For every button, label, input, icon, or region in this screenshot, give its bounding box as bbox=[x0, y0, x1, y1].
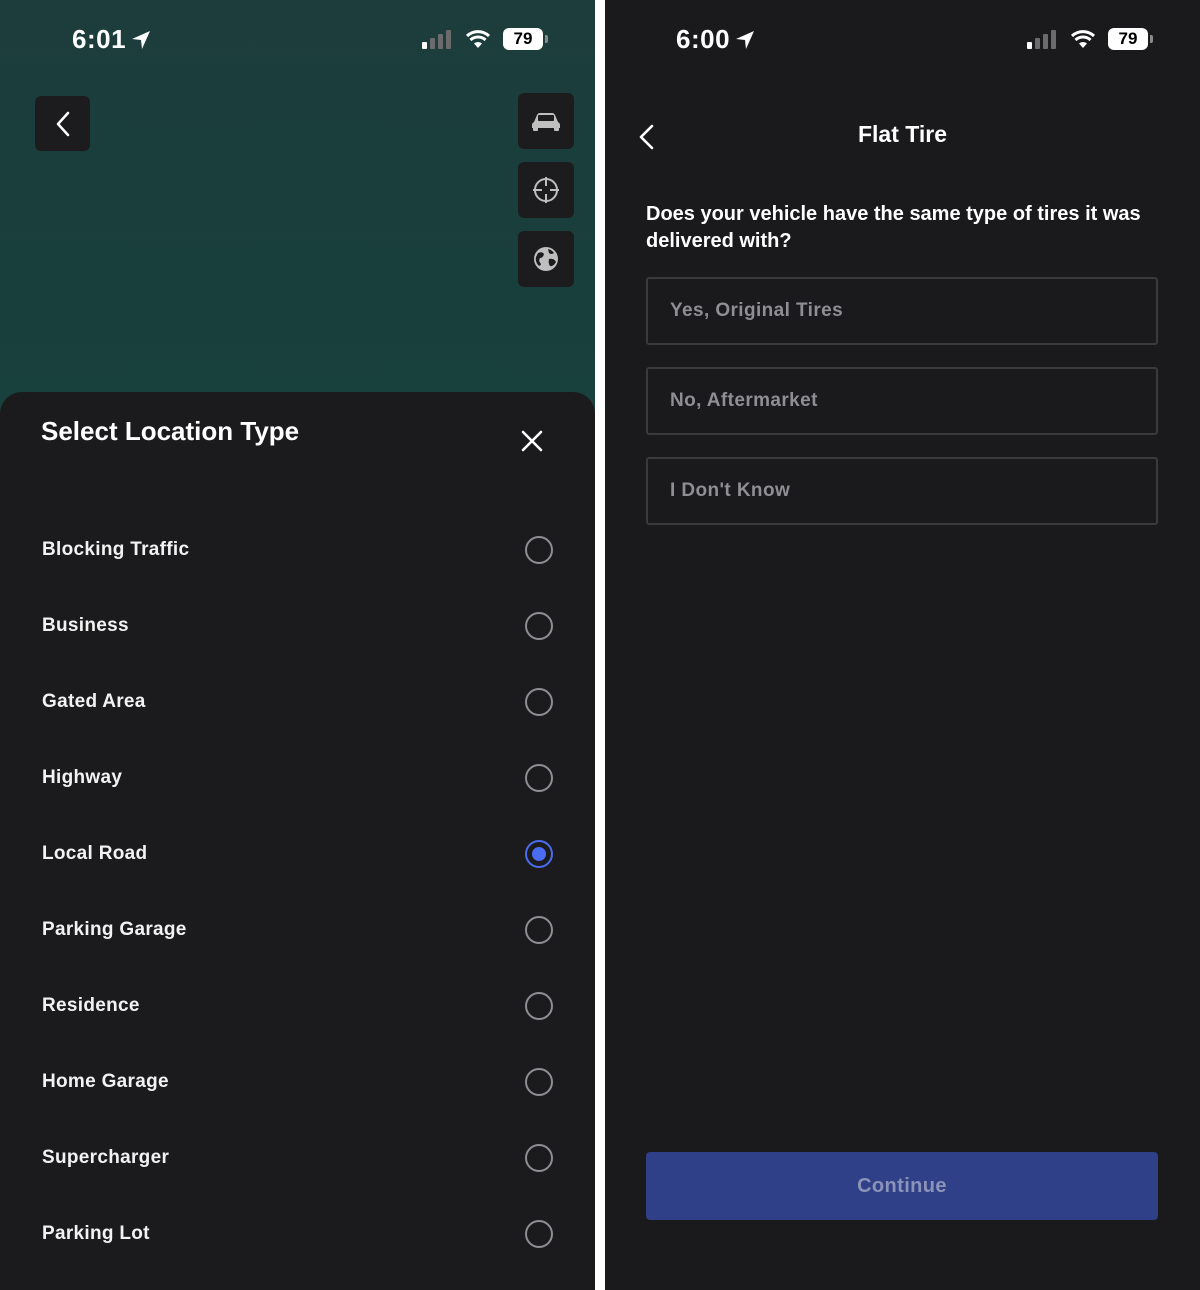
battery-level: 79 bbox=[513, 29, 533, 48]
option-radio[interactable] bbox=[525, 840, 553, 868]
close-button[interactable] bbox=[518, 427, 546, 455]
car-icon bbox=[532, 113, 560, 131]
flat-tire-screen: 6:00 79 Flat Tire Does your vehicle have… bbox=[605, 0, 1200, 1290]
status-time: 6:00 bbox=[676, 24, 756, 55]
option-label: Local Road bbox=[42, 843, 148, 864]
status-time-text: 6:01 bbox=[72, 24, 127, 54]
answer-label: Yes, Original Tires bbox=[670, 300, 844, 321]
battery-indicator: 79 bbox=[1108, 28, 1153, 50]
recenter-button[interactable] bbox=[518, 162, 574, 218]
close-icon bbox=[521, 430, 543, 452]
sheet-title: Select Location Type bbox=[41, 416, 300, 446]
option-row-parking-garage[interactable]: Parking Garage bbox=[0, 892, 595, 968]
option-row-local-road[interactable]: Local Road bbox=[0, 816, 595, 892]
wifi-icon bbox=[465, 30, 491, 48]
map-style-button[interactable] bbox=[518, 231, 574, 287]
option-radio[interactable] bbox=[525, 764, 553, 792]
option-label: Business bbox=[42, 615, 129, 636]
vehicle-button[interactable] bbox=[518, 93, 574, 149]
continue-button[interactable]: Continue bbox=[646, 1152, 1158, 1220]
option-row-business[interactable]: Business bbox=[0, 588, 595, 664]
screen-divider bbox=[595, 0, 605, 1290]
option-radio[interactable] bbox=[525, 688, 553, 716]
option-radio[interactable] bbox=[525, 1068, 553, 1096]
back-button[interactable] bbox=[35, 96, 90, 151]
question-text: Does your vehicle have the same type of … bbox=[646, 203, 1141, 252]
option-label: Parking Lot bbox=[42, 1223, 150, 1244]
globe-icon bbox=[534, 247, 558, 271]
status-time-text: 6:00 bbox=[676, 24, 731, 54]
location-type-screen: 6:01 79 Select Location Type Blocking Tr… bbox=[0, 0, 595, 1290]
option-row-highway[interactable]: Highway bbox=[0, 740, 595, 816]
answer-dont-know[interactable]: I Don't Know bbox=[646, 457, 1158, 525]
status-bar: 6:00 79 bbox=[605, 0, 1200, 80]
status-bar: 6:01 79 bbox=[0, 0, 595, 80]
status-icons: 79 bbox=[1026, 28, 1153, 50]
option-label: Highway bbox=[42, 767, 123, 788]
option-radio[interactable] bbox=[525, 536, 553, 564]
answer-label: I Don't Know bbox=[670, 480, 791, 501]
option-row-supercharger[interactable]: Supercharger bbox=[0, 1120, 595, 1196]
battery-level: 79 bbox=[1118, 29, 1138, 48]
option-row-residence[interactable]: Residence bbox=[0, 968, 595, 1044]
answer-aftermarket[interactable]: No, Aftermarket bbox=[646, 367, 1158, 435]
chevron-left-icon bbox=[639, 124, 654, 150]
location-arrow-icon bbox=[132, 30, 151, 49]
answer-label: No, Aftermarket bbox=[670, 390, 818, 411]
option-radio[interactable] bbox=[525, 1220, 553, 1248]
option-label: Gated Area bbox=[42, 691, 146, 712]
option-radio[interactable] bbox=[525, 992, 553, 1020]
option-radio[interactable] bbox=[525, 916, 553, 944]
option-label: Home Garage bbox=[42, 1071, 169, 1092]
crosshair-icon bbox=[533, 177, 559, 203]
wifi-icon bbox=[1070, 30, 1096, 48]
option-row-blocking-traffic[interactable]: Blocking Traffic bbox=[0, 512, 595, 588]
status-icons: 79 bbox=[421, 28, 548, 50]
option-radio[interactable] bbox=[525, 612, 553, 640]
chevron-left-icon bbox=[56, 111, 69, 136]
option-label: Parking Garage bbox=[42, 919, 187, 940]
back-button[interactable] bbox=[635, 122, 659, 152]
page-title: Flat Tire bbox=[857, 121, 948, 147]
status-time: 6:01 bbox=[72, 24, 152, 55]
option-label: Residence bbox=[42, 995, 140, 1016]
answer-original-tires[interactable]: Yes, Original Tires bbox=[646, 277, 1158, 345]
battery-indicator: 79 bbox=[503, 28, 548, 50]
option-row-home-garage[interactable]: Home Garage bbox=[0, 1044, 595, 1120]
option-row-gated-area[interactable]: Gated Area bbox=[0, 664, 595, 740]
option-radio[interactable] bbox=[525, 1144, 553, 1172]
location-type-sheet: Select Location Type Blocking Traffic Bu… bbox=[0, 392, 595, 1290]
option-label: Supercharger bbox=[42, 1147, 170, 1168]
cellular-signal-icon bbox=[1027, 30, 1056, 49]
option-row-parking-lot[interactable]: Parking Lot bbox=[0, 1196, 595, 1272]
option-label: Blocking Traffic bbox=[42, 539, 190, 560]
cellular-signal-icon bbox=[422, 30, 451, 49]
location-arrow-icon bbox=[736, 30, 755, 49]
